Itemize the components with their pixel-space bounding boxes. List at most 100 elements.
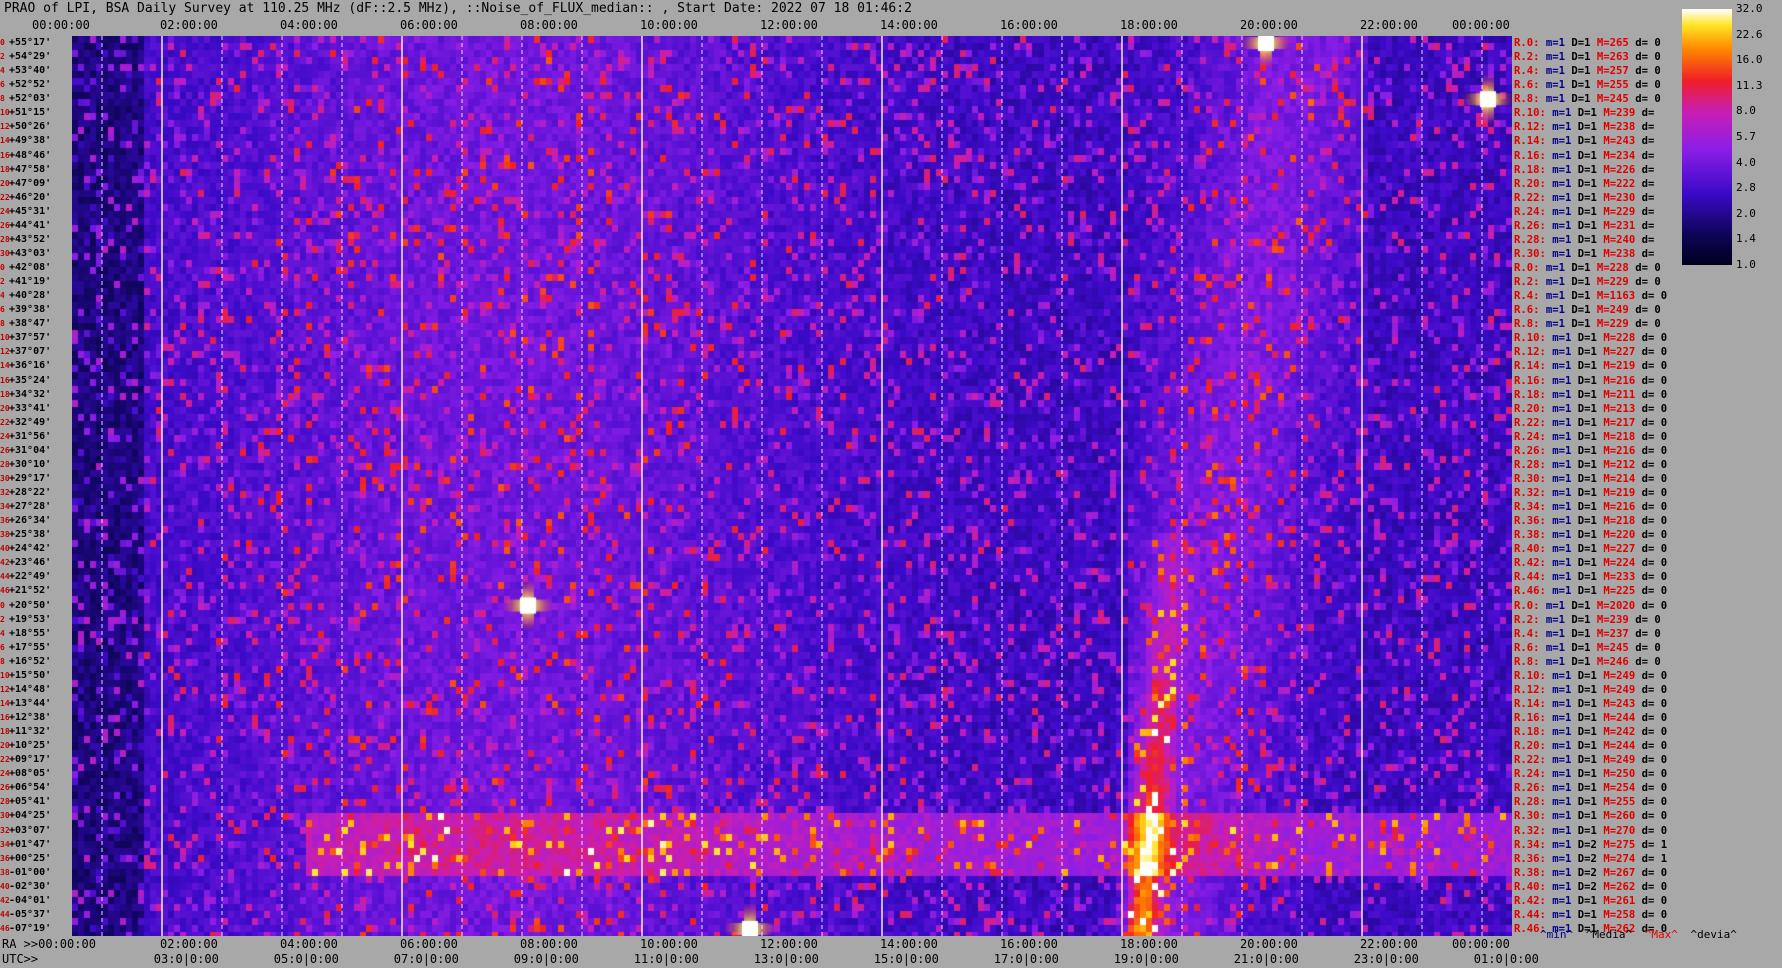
dec-label: 24+31°56' xyxy=(0,431,51,442)
stat-dd: D=2 xyxy=(1577,852,1604,865)
row-stat: R.30: m=1 D=1 M=238 d= xyxy=(1514,248,1654,260)
dec-value: +41°19' xyxy=(9,276,52,288)
dec-label: 18+47°58' xyxy=(0,164,51,175)
stat-rl: R.18: xyxy=(1514,726,1553,739)
dec-label: 32+28°22' xyxy=(0,487,51,498)
ra-tick-bottom: 20:00:00 xyxy=(1240,937,1298,951)
colorbar-tick: 22.6 xyxy=(1736,27,1763,41)
stat-dd: d= 0 xyxy=(1641,543,1668,556)
stat-mm: m=1 xyxy=(1545,276,1572,289)
stat-dd: D=1 xyxy=(1577,894,1604,907)
dec-label: 24+45°31' xyxy=(0,206,51,217)
stat-dd: d= xyxy=(1641,247,1655,260)
dec-value: +38°47' xyxy=(9,318,52,330)
stat-rl: R.2: xyxy=(1514,276,1546,289)
dec-value: +29°17' xyxy=(9,472,52,484)
stat-dd: d= 0 xyxy=(1641,571,1668,584)
stat-mx: M=270 xyxy=(1603,824,1642,837)
row-stat: R.26: m=1 D=1 M=231 d= xyxy=(1514,220,1654,232)
stat-dd: D=1 xyxy=(1577,585,1604,598)
stat-dd: D=1 xyxy=(1577,754,1604,767)
dec-value: -04°01' xyxy=(9,894,52,906)
stat-dd: D=1 xyxy=(1577,515,1604,528)
stat-mm: m=1 xyxy=(1552,515,1578,528)
stat-dd: D=1 xyxy=(1577,669,1604,682)
stat-mm: m=1 xyxy=(1545,262,1572,274)
dec-label: 46+21°52' xyxy=(0,585,51,596)
stat-mm: m=1 xyxy=(1545,290,1572,303)
stat-dd: d= 0 xyxy=(1641,726,1668,739)
stat-dd: D=1 xyxy=(1577,163,1604,176)
stat-dd: D=1 xyxy=(1577,416,1604,429)
stat-mm: m=1 xyxy=(1545,304,1572,317)
ra-tick-bottom: 00:00:00 xyxy=(1452,937,1510,951)
row-stat: R.28: m=1 D=1 M=212 d= 0 xyxy=(1514,459,1667,471)
stat-rl: R.2: xyxy=(1514,613,1546,626)
stat-mm: m=1 xyxy=(1552,472,1578,485)
ra-tick-bottom: 18:00:00 xyxy=(1120,937,1178,951)
dec-index: 18 xyxy=(0,389,10,399)
dec-label: 2 +54°29' xyxy=(0,51,51,62)
row-stat: R.40: m=1 D=1 M=227 d= 0 xyxy=(1514,543,1667,555)
stat-rl: R.24: xyxy=(1514,768,1553,781)
dec-value: +10°25' xyxy=(9,740,52,752)
row-stat: R.8: m=1 D=1 M=229 d= 0 xyxy=(1514,318,1661,330)
chart-title: PRAO of LPI, BSA Daily Survey at 110.25 … xyxy=(4,1,912,16)
row-statistics-panel: R.0: m=1 D=1 M=265 d= 0 R.2: m=1 D=1 M=2… xyxy=(1514,36,1684,936)
stat-rl: R.40: xyxy=(1514,880,1553,893)
stat-mm: m=1 xyxy=(1552,697,1578,710)
dec-index: 20 xyxy=(0,178,10,188)
dec-label: 38-01°00' xyxy=(0,867,51,878)
dec-value: +28°22' xyxy=(9,487,52,498)
stat-rl: R.44: xyxy=(1514,571,1553,584)
row-stat: R.12: m=1 D=1 M=238 d= xyxy=(1514,121,1654,133)
stat-dd: D=1 xyxy=(1571,599,1597,612)
dec-label: 0 +20°50' xyxy=(0,600,51,611)
dec-value: +17°55' xyxy=(9,641,52,653)
heatmap-plot[interactable] xyxy=(72,36,1512,936)
stat-rl: R.30: xyxy=(1514,810,1553,823)
stat-rl: R.16: xyxy=(1514,712,1553,724)
dec-value: +18°55' xyxy=(9,627,52,639)
stat-rl: R.36: xyxy=(1514,515,1553,528)
stat-mx: M=211 xyxy=(1603,388,1642,401)
stat-rl: R.24: xyxy=(1514,430,1553,443)
row-stat: R.24: m=1 D=1 M=229 d= xyxy=(1514,206,1654,218)
colorbar-tick: 8.0 xyxy=(1736,104,1756,118)
stat-mx: M=229 xyxy=(1596,318,1636,331)
stat-dd: D=1 xyxy=(1577,557,1604,570)
stat-rl: R.8: xyxy=(1514,655,1546,668)
row-stat: R.16: m=1 D=1 M=244 d= 0 xyxy=(1514,712,1667,724)
stat-dd: D=1 xyxy=(1577,205,1604,218)
row-stat: R.20: m=1 D=1 M=213 d= 0 xyxy=(1514,403,1667,415)
stat-rl: R.0: xyxy=(1514,599,1546,612)
stat-dd: D=1 xyxy=(1577,233,1604,246)
stat-dd: d= 0 xyxy=(1641,740,1668,753)
stat-dd: d= 0 xyxy=(1641,768,1668,781)
dec-index: 14 xyxy=(0,361,10,371)
stat-mx: M=238 xyxy=(1603,121,1642,134)
stat-mm: m=1 xyxy=(1552,233,1578,246)
stat-dd: D=1 xyxy=(1571,290,1597,303)
dec-index: 26 xyxy=(0,220,10,230)
stat-dd: d= 0 xyxy=(1635,655,1661,668)
dec-value: +36°16' xyxy=(9,360,52,372)
dec-index: 2 xyxy=(0,277,5,287)
dec-value: +26°34' xyxy=(9,515,52,527)
stat-mx: M=229 xyxy=(1596,276,1636,289)
stat-rl: R.2: xyxy=(1514,51,1546,64)
stat-dd: d= 0 xyxy=(1641,501,1668,514)
stat-rl: R.4: xyxy=(1514,65,1546,78)
dec-label: 0 +55°17' xyxy=(0,37,51,48)
ra-tick-bottom: 08:00:00 xyxy=(520,937,578,951)
stat-dd: d= 0 xyxy=(1641,402,1668,415)
stat-dd: D=1 xyxy=(1577,332,1604,345)
stat-mx: M=216 xyxy=(1603,501,1642,514)
dec-value: +16°52' xyxy=(9,655,52,667)
stat-mx: M=249 xyxy=(1603,683,1642,696)
stat-mx: M=220 xyxy=(1603,529,1642,542)
row-stat: R.34: m=1 D=2 M=275 d= 1 xyxy=(1514,839,1667,851)
stat-dd: d= 0 xyxy=(1641,880,1668,893)
row-stat: R.28: m=1 D=1 M=240 d= xyxy=(1514,234,1654,246)
stat-dd: d= 0 xyxy=(1641,754,1668,767)
